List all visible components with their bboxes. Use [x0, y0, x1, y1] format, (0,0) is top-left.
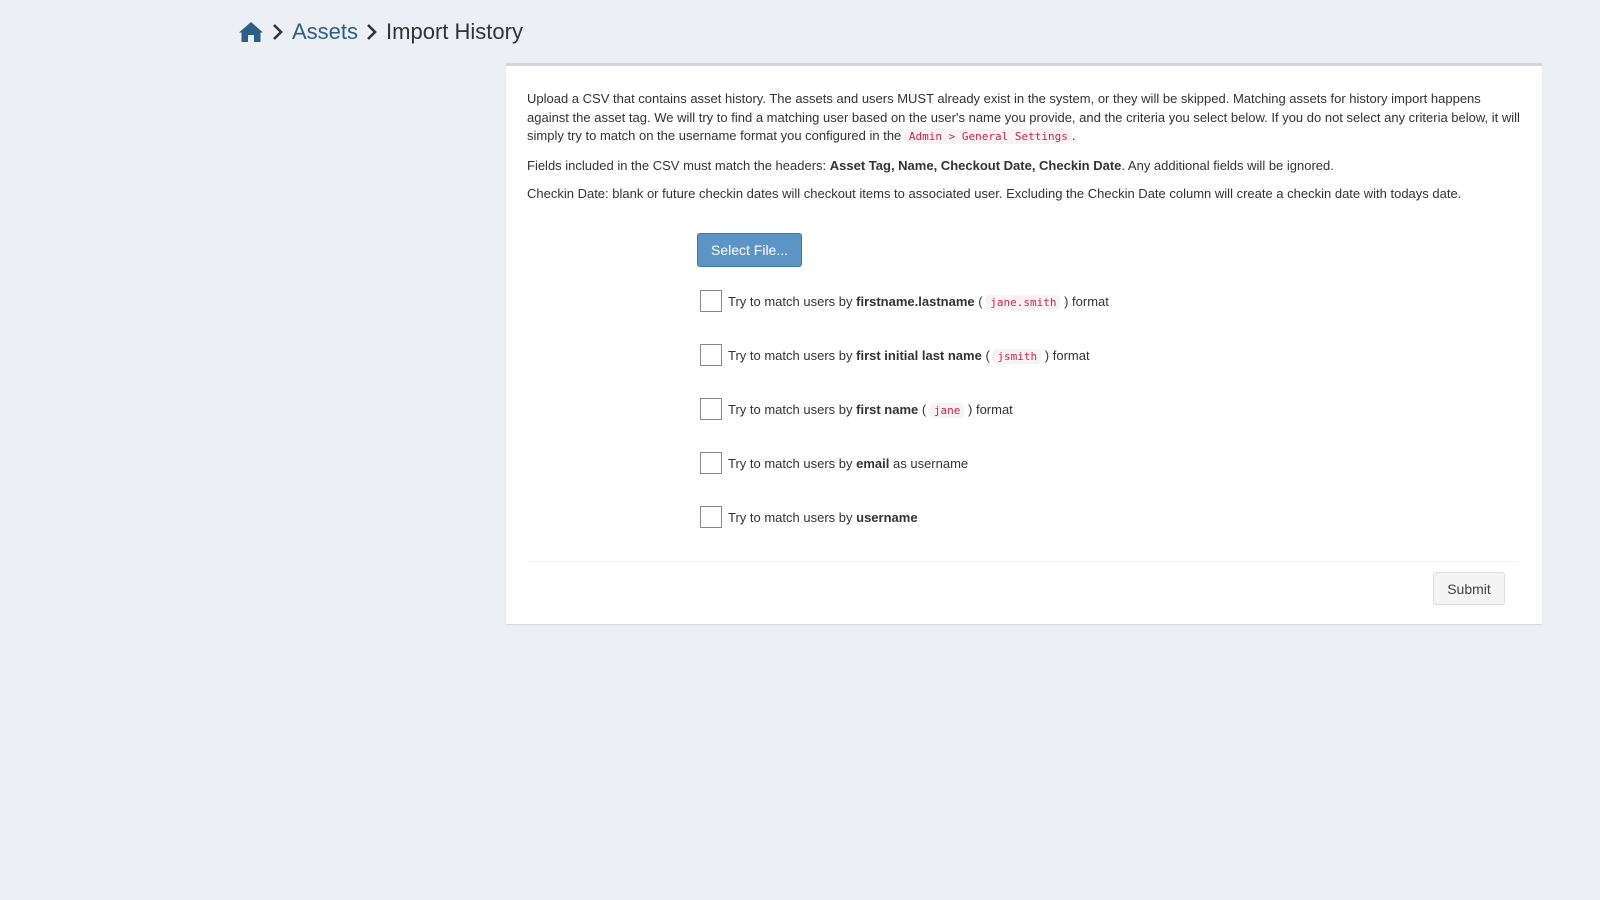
import-history-panel: Upload a CSV that contains asset history… [506, 63, 1542, 624]
chevron-right-icon [366, 22, 378, 42]
option-bold: username [856, 509, 918, 525]
option-prefix: Try to match users by [728, 509, 853, 525]
option-prefix: Try to match users by [728, 455, 853, 471]
match-option-first-name[interactable]: Try to match users by first name ( jane … [700, 398, 1013, 420]
description-paragraph-1: Upload a CSV that contains asset history… [527, 90, 1522, 147]
description-paragraph-3: Checkin Date: blank or future checkin da… [527, 186, 1462, 201]
description-period: . [1071, 128, 1076, 143]
option-bold: firstname.lastname [856, 293, 975, 309]
match-option-firstname-lastname[interactable]: Try to match users by firstname.lastname… [700, 290, 1109, 312]
option-code: jane [929, 402, 965, 418]
select-file-button[interactable]: Select File... [697, 233, 802, 267]
checkbox[interactable] [700, 398, 722, 420]
match-option-first-initial-last-name[interactable]: Try to match users by first initial last… [700, 344, 1090, 366]
panel-body: Upload a CSV that contains asset history… [506, 66, 1542, 204]
submit-button[interactable]: Submit [1433, 572, 1505, 605]
option-text: Try to match users by first initial last… [728, 347, 1090, 364]
option-paren-close: ) [967, 401, 973, 417]
fields-text: Fields included in the CSV must match th… [527, 157, 827, 173]
option-text: Try to match users by first name ( jane … [728, 401, 1013, 418]
option-suffix: as username [893, 455, 969, 471]
description-paragraph-2: Fields included in the CSV must match th… [527, 157, 1522, 176]
option-paren-open: ( [985, 347, 990, 363]
option-suffix: format [975, 401, 1013, 417]
option-paren-open: ( [921, 401, 927, 417]
option-paren-close: ) [1044, 347, 1050, 363]
checkbox[interactable] [700, 344, 722, 366]
footer-divider [528, 561, 1518, 562]
home-icon[interactable] [238, 20, 264, 44]
option-text: Try to match users by email as username [728, 456, 968, 471]
breadcrumb: Assets Import History [238, 14, 523, 50]
match-option-username[interactable]: Try to match users by username [700, 506, 918, 528]
option-prefix: Try to match users by [728, 347, 853, 363]
chevron-right-icon [272, 22, 284, 42]
checkbox[interactable] [700, 506, 722, 528]
checkbox[interactable] [700, 290, 722, 312]
page-title: Import History [386, 19, 523, 44]
option-text: Try to match users by username [728, 510, 918, 525]
checkbox[interactable] [700, 452, 722, 474]
fields-text-end: . Any additional fields will be ignored. [1121, 157, 1334, 173]
option-code: jsmith [993, 348, 1042, 364]
option-paren-close: ) [1064, 293, 1069, 309]
option-suffix: format [1052, 347, 1090, 363]
breadcrumb-assets-link[interactable]: Assets [292, 19, 358, 45]
option-prefix: Try to match users by [728, 401, 853, 417]
option-paren-open: ( [978, 293, 983, 309]
option-text: Try to match users by firstname.lastname… [728, 293, 1109, 310]
option-code: jane.smith [986, 294, 1061, 310]
option-bold: first name [856, 401, 919, 417]
option-bold: first initial last name [856, 347, 982, 363]
settings-path-code: Admin > General Settings [904, 129, 1072, 144]
option-bold: email [856, 455, 890, 471]
match-option-email[interactable]: Try to match users by email as username [700, 452, 968, 474]
option-prefix: Try to match users by [728, 293, 853, 309]
option-suffix: format [1072, 293, 1109, 309]
fields-headers: Asset Tag, Name, Checkout Date, Checkin … [829, 157, 1122, 173]
